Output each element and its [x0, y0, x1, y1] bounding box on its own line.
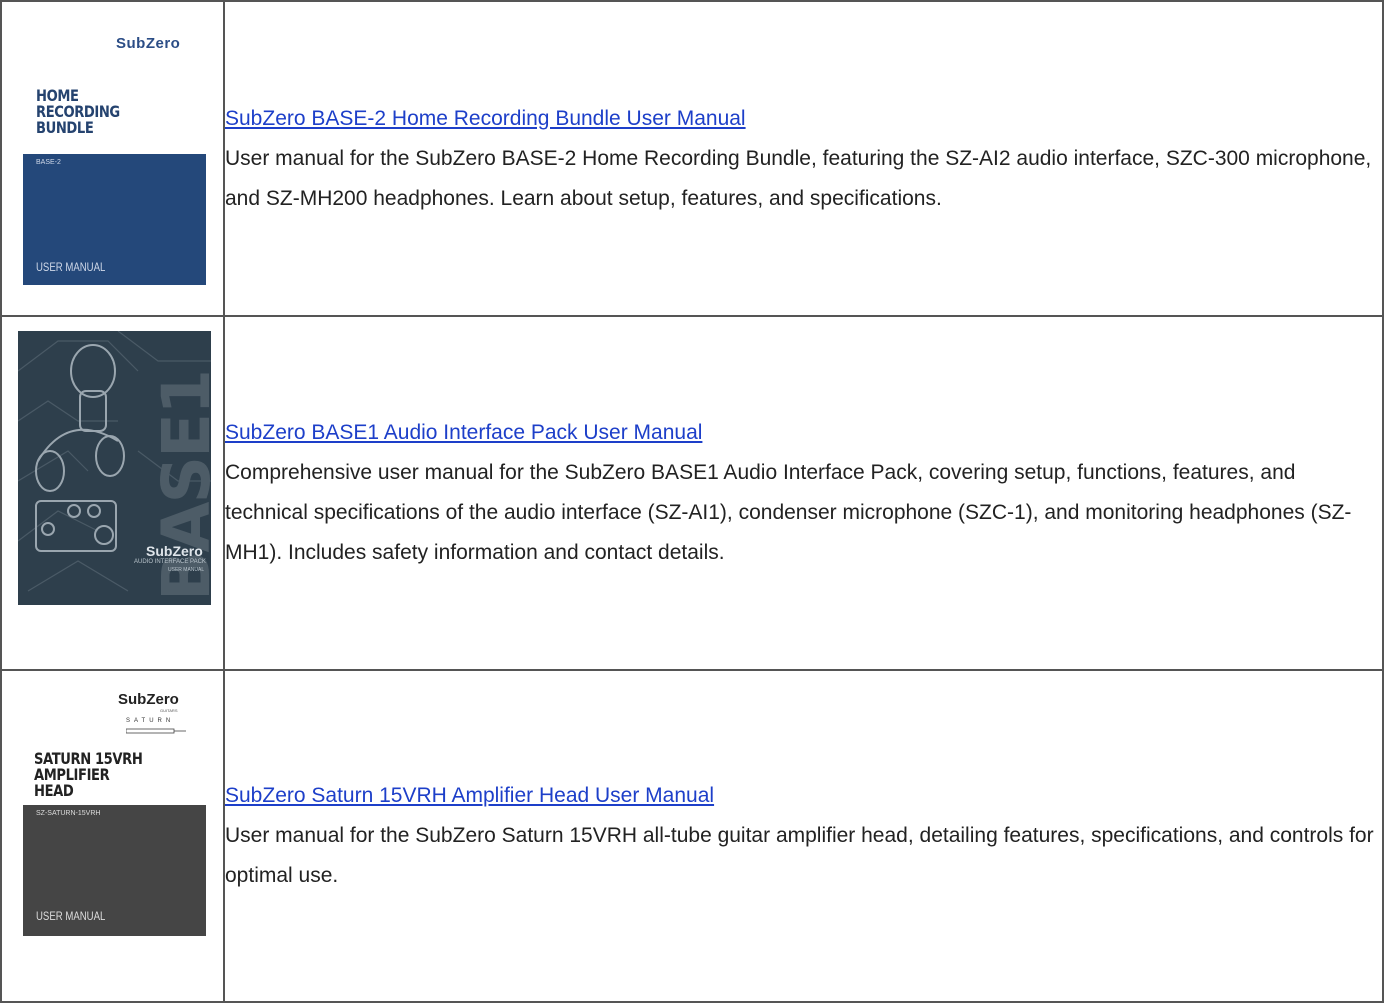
- description-cell: SubZero BASE-2 Home Recording Bundle Use…: [223, 0, 1384, 317]
- manual-cover-thumbnail[interactable]: BASE1 SubZero AUDIO INTERFACE PACK USER …: [2, 317, 223, 669]
- guitar-neck-icon: [126, 728, 186, 734]
- table-row: BASE1 SubZero AUDIO INTERFACE PACK USER …: [0, 315, 1384, 671]
- cover-color-block: SZ-SATURN-15VRH USER MANUAL: [23, 805, 206, 936]
- manual-title-link[interactable]: SubZero BASE-2 Home Recording Bundle Use…: [225, 107, 746, 130]
- manual-description: Comprehensive user manual for the SubZer…: [225, 461, 1352, 564]
- cover-footer: USER MANUAL: [168, 567, 205, 573]
- description-cell: SubZero Saturn 15VRH Amplifier Head User…: [223, 669, 1384, 1003]
- cover-model: SZ-SATURN-15VRH: [36, 810, 101, 817]
- manual-cover-thumbnail[interactable]: SubZero GUITARS SATURN SATURN 15VRH AMPL…: [2, 671, 223, 1001]
- cover-brand-logo: SubZero: [118, 691, 179, 708]
- cover-model: BASE-2: [36, 159, 61, 166]
- description-cell: SubZero BASE1 Audio Interface Pack User …: [223, 315, 1384, 671]
- thumbnail-cell: SubZero HOME RECORDING BUNDLE BASE-2 USE…: [0, 0, 225, 317]
- manual-description: User manual for the SubZero BASE-2 Home …: [225, 146, 1372, 210]
- cover-title: SATURN 15VRH AMPLIFIER HEAD: [34, 749, 143, 800]
- cover-product-logo: SATURN: [126, 718, 175, 724]
- cover-image: BASE1 SubZero AUDIO INTERFACE PACK USER …: [18, 331, 211, 605]
- manual-title-link[interactable]: SubZero Saturn 15VRH Amplifier Head User…: [225, 784, 714, 807]
- cover-brand-logo: SubZero: [116, 35, 181, 52]
- cover-title: HOME RECORDING BUNDLE: [36, 86, 120, 137]
- cover-subtitle: AUDIO INTERFACE PACK: [134, 559, 206, 565]
- manuals-table: SubZero HOME RECORDING BUNDLE BASE-2 USE…: [0, 0, 1384, 1003]
- cover-brand-sub: GUITARS: [160, 708, 178, 713]
- cover-footer: USER MANUAL: [36, 260, 106, 274]
- manual-description: User manual for the SubZero Saturn 15VRH…: [225, 824, 1374, 887]
- cover-footer: USER MANUAL: [36, 909, 106, 923]
- table-row: SubZero GUITARS SATURN SATURN 15VRH AMPL…: [0, 669, 1384, 1003]
- cover-brand-logo: SubZero: [146, 543, 203, 559]
- thumbnail-cell: SubZero GUITARS SATURN SATURN 15VRH AMPL…: [0, 669, 225, 1003]
- thumbnail-cell: BASE1 SubZero AUDIO INTERFACE PACK USER …: [0, 315, 225, 671]
- table-row: SubZero HOME RECORDING BUNDLE BASE-2 USE…: [0, 0, 1384, 317]
- cover-color-block: BASE-2 USER MANUAL: [23, 154, 206, 285]
- manual-title-link[interactable]: SubZero BASE1 Audio Interface Pack User …: [225, 421, 702, 444]
- manual-cover-thumbnail[interactable]: SubZero HOME RECORDING BUNDLE BASE-2 USE…: [2, 2, 223, 315]
